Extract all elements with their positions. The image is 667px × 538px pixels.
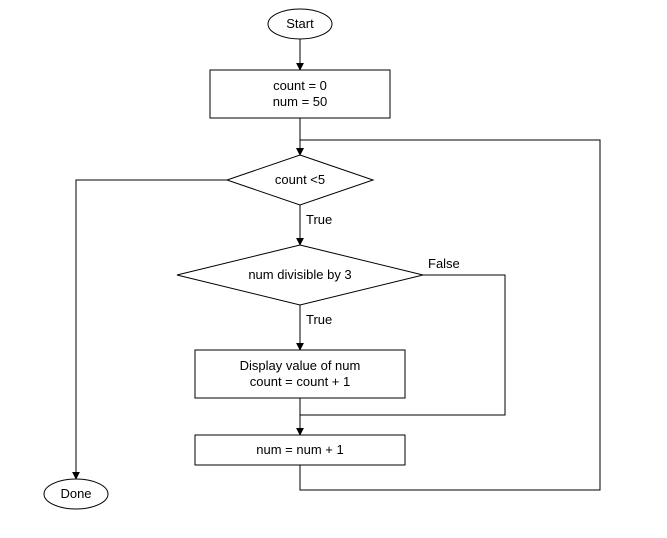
display-box (195, 350, 405, 398)
decision-divisible (177, 245, 423, 305)
decision-count (227, 155, 373, 205)
increment-box (195, 435, 405, 465)
done-node (44, 479, 108, 509)
init-box (210, 70, 390, 118)
flowchart-svg (0, 0, 667, 538)
start-node (268, 9, 332, 39)
flowchart-canvas: Start count = 0 num = 50 count <5 True n… (0, 0, 667, 538)
edge-cond1-done (76, 180, 227, 479)
